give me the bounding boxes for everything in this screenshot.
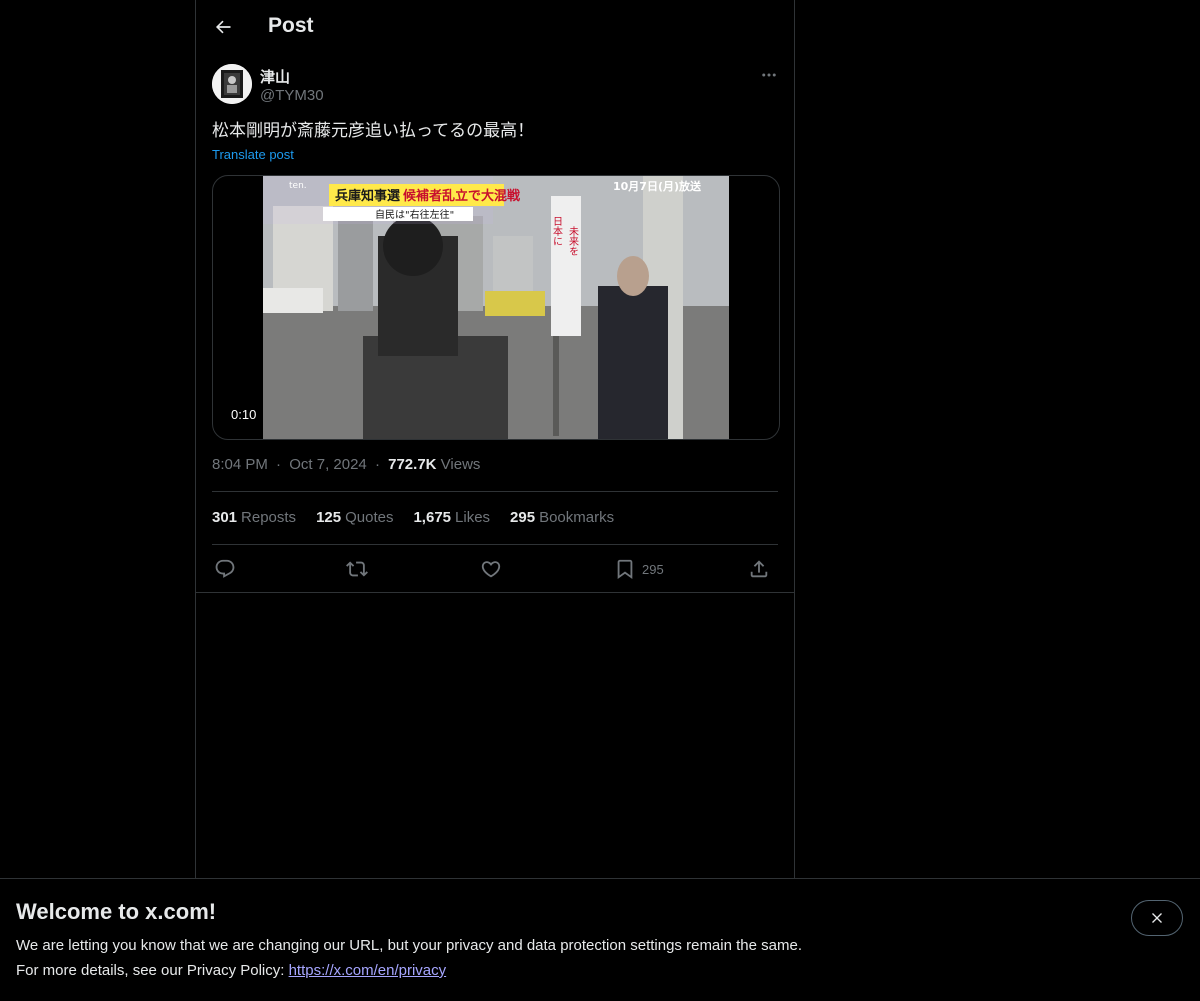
bookmark-icon (617, 559, 633, 580)
overlay-air-date: 10月7日(月)放送 (613, 179, 702, 193)
quotes-label: Quotes (345, 509, 394, 526)
quotes-count: 125 (316, 509, 342, 526)
divider (196, 592, 794, 593)
heart-icon (481, 561, 501, 578)
likes-count: 1,675 (413, 509, 452, 526)
bookmarks-count: 295 (510, 509, 536, 526)
likes-stat[interactable]: 1,675 Likes (413, 509, 490, 526)
meta-separator: · (276, 456, 282, 473)
close-banner-button[interactable] (1131, 900, 1183, 936)
action-bar: 295 (212, 555, 778, 583)
banner-text-a: 日本に (551, 216, 563, 246)
overlay-logo: ten. (289, 181, 307, 191)
page-title: Post (268, 14, 314, 37)
video-thumbnail: 兵庫知事選 候補者乱立で大混戦 自民は"右往左往" ten. 10月7日(月)放… (263, 176, 729, 439)
author-handle[interactable]: @TYM30 (260, 87, 324, 104)
bookmark-button[interactable]: 295 (614, 555, 664, 583)
repost-icon (346, 561, 368, 577)
page-header: Post (196, 0, 794, 54)
back-button[interactable] (206, 8, 240, 46)
privacy-policy-link[interactable]: https://x.com/en/privacy (289, 962, 447, 979)
divider (212, 544, 778, 545)
divider (212, 491, 778, 492)
bookmarks-label: Bookmarks (539, 509, 615, 526)
more-horizontal-icon (762, 73, 776, 77)
avatar-image (212, 64, 252, 104)
primary-column: Post 津山 @TYM30 松本剛明が斎藤元彦追い払ってるの最高！ Trans… (195, 0, 795, 878)
post-meta: 8:04 PM · Oct 7, 2024 · 772.7K Views (212, 456, 480, 473)
meta-separator: · (374, 456, 380, 473)
banner-title: Welcome to x.com! (16, 899, 217, 924)
overlay-sub: 自民は"右往左往" (375, 208, 454, 221)
reposts-count: 301 (212, 509, 238, 526)
post-date[interactable]: Oct 7, 2024 (289, 456, 367, 473)
post-stats: 301 Reposts 125 Quotes 1,675 Likes 295 Bookm… (212, 509, 614, 526)
welcome-banner: Welcome to x.com! We are letting you kno… (0, 878, 1200, 1001)
views-label: Views (440, 456, 481, 473)
translate-post-link[interactable]: Translate post (212, 147, 294, 162)
banner-privacy-line: For more details, see our Privacy Policy… (16, 962, 446, 979)
post-text: 松本剛明が斎藤元彦追い払ってるの最高！ (212, 121, 535, 140)
views-count: 772.7K (388, 456, 437, 473)
repost-button[interactable] (346, 555, 368, 583)
banner-privacy-prefix: For more details, see our Privacy Policy… (16, 962, 289, 979)
arrow-left-icon (215, 20, 231, 34)
author-display-name[interactable]: 津山 (260, 66, 290, 87)
banner-text-b: 未来を (567, 226, 579, 256)
bookmarks-stat[interactable]: 295 Bookmarks (510, 509, 614, 526)
video-player[interactable]: 兵庫知事選 候補者乱立で大混戦 自民は"右往左往" ten. 10月7日(月)放… (212, 175, 780, 440)
reply-icon (215, 559, 235, 578)
like-button[interactable] (480, 555, 502, 583)
bookmark-count: 295 (642, 561, 664, 577)
close-icon (1152, 913, 1162, 923)
likes-label: Likes (455, 509, 491, 526)
overlay-headline-b: 候補者乱立で大混戦 (403, 188, 521, 204)
reposts-label: Reposts (241, 509, 297, 526)
post-time[interactable]: 8:04 PM (212, 456, 268, 473)
avatar[interactable] (212, 64, 252, 104)
banner-message: We are letting you know that we are chan… (16, 937, 802, 954)
share-button[interactable] (748, 555, 770, 583)
quotes-stat[interactable]: 125 Quotes (316, 509, 393, 526)
reply-button[interactable] (214, 555, 236, 583)
reposts-stat[interactable]: 301 Reposts (212, 509, 296, 526)
overlay-headline-a: 兵庫知事選 (335, 188, 400, 204)
video-duration: 0:10 (225, 405, 263, 424)
more-options-button[interactable] (756, 64, 782, 86)
share-icon (750, 560, 768, 578)
